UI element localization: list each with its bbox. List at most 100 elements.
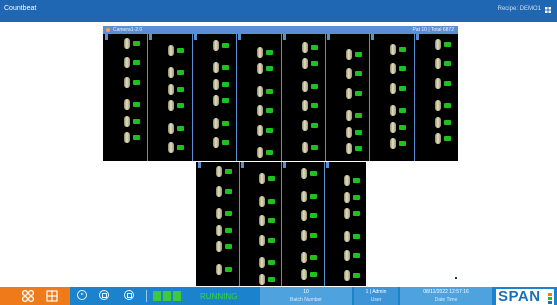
running-status: RUNNING [200,292,238,301]
product-pill [124,116,130,127]
status-indicator-3 [173,291,181,301]
recipe-label: Recipe: DEMO1 [497,6,541,12]
product-pill [124,99,130,110]
product-pill [216,208,222,219]
product-pill [302,42,308,53]
lane-marker [194,34,197,40]
product-pill [257,105,263,116]
product-pill [168,142,174,153]
product-pill [257,86,263,97]
product-pill [390,138,396,149]
detection-tag [399,66,406,71]
detection-tag [266,66,273,71]
detection-tag [177,103,184,108]
detection-tag [225,267,232,272]
product-pill [435,133,441,144]
product-pill [257,147,263,158]
detection-tag [353,195,360,200]
detection-tag [266,89,273,94]
product-pill [346,49,352,60]
product-pill [168,84,174,95]
detection-tag [225,169,232,174]
product-pill [216,186,222,197]
detection-tag [268,218,275,223]
detection-tag [311,45,318,50]
detection-tag [399,86,406,91]
detection-tag [353,211,360,216]
detection-tag [133,41,140,46]
lane-separator [414,34,415,161]
product-pill [344,250,350,261]
product-pill [301,269,307,280]
product-pill [390,44,396,55]
product-pill [346,143,352,154]
detection-tag [133,102,140,107]
product-pill [302,81,308,92]
product-pill [302,100,308,111]
detection-tag [177,48,184,53]
product-pill [346,110,352,121]
detection-tag [444,103,451,108]
lane-marker [326,162,329,168]
lane-separator [324,162,325,286]
lane-separator [239,162,240,286]
status-indicator-2 [163,291,171,301]
detection-tag [311,145,318,150]
detection-tag [310,194,317,199]
detection-tag [225,228,232,233]
product-pill [301,230,307,241]
settings-icon[interactable] [22,290,34,302]
product-pill [344,175,350,186]
product-pill [301,191,307,202]
layout-icon[interactable] [46,290,58,302]
detection-tag [353,273,360,278]
detection-tag [355,91,362,96]
product-pill [213,79,219,90]
product-pill [301,210,307,221]
grid-icon[interactable] [545,7,551,13]
detection-tag [222,98,229,103]
detection-tag [310,213,317,218]
detection-tag [222,121,229,126]
product-pill [301,168,307,179]
camera-view-top[interactable]: Camera1-2.0 Pat 10 | Total 6872 [103,26,458,161]
pause-icon[interactable] [99,290,109,300]
stop-icon[interactable] [124,290,134,300]
detection-tag [311,84,318,89]
detection-tag [399,47,406,52]
camera-view-bottom[interactable] [196,162,366,286]
product-pill [257,125,263,136]
detection-tag [268,260,275,265]
product-pill [259,257,265,268]
detection-tag [353,234,360,239]
app-title: Countbeat [4,5,37,12]
lane-separator [281,34,282,161]
product-pill [216,166,222,177]
batch-number-field: 10 Batch Number [260,287,352,305]
span-logo: SPAN [496,288,554,305]
lane-marker [238,34,241,40]
product-pill [168,45,174,56]
product-pill [435,117,441,128]
product-pill [168,100,174,111]
lane-marker [198,162,201,168]
detection-tag [355,113,362,118]
detection-tag [268,199,275,204]
datetime-value: 08/11/2022 12:57:16 [423,289,469,295]
detection-tag [225,189,232,194]
lane-marker [416,34,419,40]
product-pill [435,100,441,111]
detection-tag [311,61,318,66]
detection-tag [311,103,318,108]
product-pill [259,173,265,184]
lane-marker [283,34,286,40]
detection-tag [310,233,317,238]
play-icon[interactable] [77,290,87,300]
title-bar: Countbeat Recipe: DEMO1 [0,0,557,22]
product-pill [390,122,396,133]
product-pill [259,215,265,226]
product-pill [213,40,219,51]
detection-tag [266,50,273,55]
status-indicator-1 [153,291,161,301]
detection-tag [311,123,318,128]
